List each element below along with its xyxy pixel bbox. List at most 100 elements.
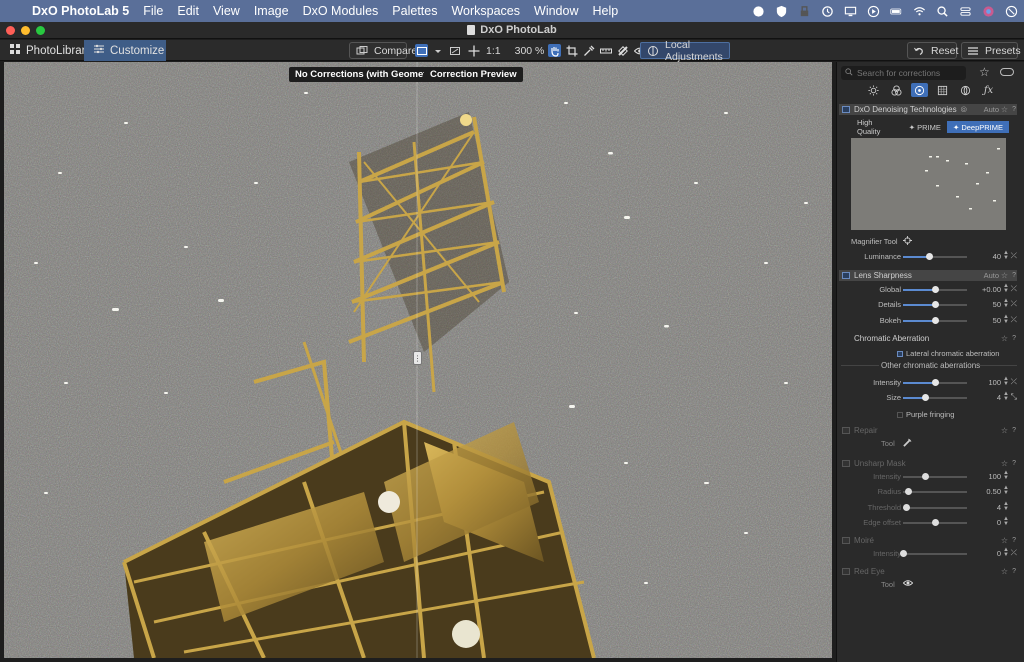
ca-intensity-stepper[interactable]: ▲ ▼ [1003,376,1009,387]
move-icon[interactable] [467,44,480,57]
tab-customize[interactable]: Customize [84,40,166,61]
menu-file[interactable]: File [136,4,170,18]
chromatic-help-icon[interactable]: ? [1012,335,1016,342]
unsharp-enable-checkbox[interactable] [842,460,850,467]
denoising-help-icon[interactable]: ? [1012,106,1016,113]
um-threshold-knob[interactable] [903,504,910,511]
details-knob[interactable] [932,301,939,308]
favorites-star-icon[interactable]: ☆ [979,66,991,78]
sharpness-enable-checkbox[interactable] [842,272,850,279]
tab-photolibrary[interactable]: PhotoLibrary [0,40,91,61]
minimize-window-button[interactable] [21,26,30,35]
crosshair-icon[interactable] [902,236,912,247]
menu-edit[interactable]: Edit [170,4,206,18]
luminance-value[interactable]: 40 [975,252,1001,261]
um-threshold-slider[interactable] [903,504,967,511]
light-tab-icon[interactable] [865,83,882,97]
sharpness-star-icon[interactable]: ☆ [1001,271,1008,280]
section-moire[interactable]: Moiré ☆ ? [839,535,1017,546]
lateral-ca-checkbox[interactable] [897,351,903,358]
palette-toggle-icon[interactable] [1000,68,1014,76]
menu-app[interactable]: DxO PhotoLab 5 [32,4,136,18]
global-knob[interactable] [932,286,939,293]
search-input[interactable] [857,68,957,78]
repair-tool-icon[interactable] [903,438,912,449]
global-value[interactable]: +0.00 [975,285,1001,294]
redeye-star-icon[interactable]: ☆ [1001,567,1008,576]
history-icon[interactable] [821,5,834,18]
ca-size-stepper[interactable]: ▲ ▼ [1003,391,1009,402]
purple-fringing-option[interactable]: Purple fringing [897,410,954,419]
details-reset-icon[interactable]: ⤫ [1011,299,1017,309]
battery-icon[interactable] [890,5,903,18]
wifi-icon[interactable] [913,5,926,18]
denoising-enable-checkbox[interactable] [842,106,850,113]
denoising-star-icon[interactable]: ☆ [1001,105,1008,114]
zoom-window-button[interactable] [36,26,45,35]
spotlight-search-icon[interactable] [936,5,949,18]
hand-icon[interactable] [548,44,561,57]
purple-fringing-checkbox[interactable] [897,412,903,419]
moire-intensity-knob[interactable] [900,550,907,557]
control-center-icon[interactable] [959,5,972,18]
zoom-one-to-one[interactable]: 1:1 [486,45,501,57]
menu-palettes[interactable]: Palettes [385,4,444,18]
eyedropper-icon[interactable] [582,44,595,57]
close-window-button[interactable] [6,26,15,35]
bokeh-slider[interactable] [903,317,967,324]
lock-icon[interactable] [798,5,811,18]
details-stepper[interactable]: ▲ ▼ [1003,298,1009,309]
chevron-down-icon[interactable] [434,44,442,57]
menu-workspaces[interactable]: Workspaces [444,4,527,18]
magnifier-tool-row[interactable]: Magnifier Tool [851,236,912,247]
bokeh-value[interactable]: 50 [975,316,1001,325]
geometry-tab-icon[interactable] [934,83,951,97]
menu-dxo-modules[interactable]: DxO Modules [296,4,386,18]
zoom-value[interactable]: 300 % [515,45,545,57]
section-denoising[interactable]: DxO Denoising Technologies ⦾ Auto ☆ ? [839,104,1017,115]
um-edge-knob[interactable] [932,519,939,526]
um-edge-value[interactable]: 0 [975,518,1001,527]
reset-button[interactable]: Reset [907,42,958,59]
um-radius-stepper[interactable]: ▲ ▼ [1003,485,1009,496]
moire-star-icon[interactable]: ☆ [1001,536,1008,545]
moire-enable-checkbox[interactable] [842,537,850,544]
mode-deepprime[interactable]: ✦ DeepPRIME [946,121,1009,133]
ca-intensity-slider[interactable] [903,379,967,386]
unsharp-help-icon[interactable]: ? [1012,460,1016,467]
notification-center-icon[interactable] [1005,5,1018,18]
ca-intensity-value[interactable]: 100 [975,378,1001,387]
ca-size-reset-icon[interactable]: ⤡ [1011,392,1017,402]
shield-icon[interactable] [775,5,788,18]
moire-intensity-slider[interactable] [900,550,967,557]
um-radius-value[interactable]: 0.50 [975,487,1001,496]
repair-brush-icon[interactable] [616,44,629,57]
denoising-auto[interactable]: Auto [984,105,999,114]
details-value[interactable]: 50 [975,300,1001,309]
um-intensity-slider[interactable] [903,473,967,480]
global-reset-icon[interactable]: ⤫ [1011,284,1017,294]
lateral-ca-option[interactable]: Lateral chromatic aberration [897,349,999,358]
sharpness-auto[interactable]: Auto [984,271,999,280]
section-lens-sharpness[interactable]: Lens Sharpness Auto ☆ ? [839,270,1017,281]
um-intensity-stepper[interactable]: ▲ ▼ [1003,470,1009,481]
moire-intensity-reset-icon[interactable]: ⤫ [1011,548,1017,558]
bokeh-stepper[interactable]: ▲ ▼ [1003,314,1009,325]
denoise-preview-thumbnail[interactable] [851,138,1006,230]
um-threshold-value[interactable]: 4 [975,503,1001,512]
section-unsharp-mask[interactable]: Unsharp Mask ☆ ? [839,458,1017,469]
repair-enable-checkbox[interactable] [842,427,850,434]
um-radius-knob[interactable] [905,488,912,495]
sharpness-help-icon[interactable]: ? [1012,272,1016,279]
fx-tab-icon[interactable]: ƒx [980,83,997,97]
menu-view[interactable]: View [206,4,247,18]
crop-icon[interactable] [565,44,578,57]
chromatic-enable-checkbox[interactable] [842,335,850,342]
luminance-knob[interactable] [926,253,933,260]
details-slider[interactable] [903,301,967,308]
detail-tab-icon[interactable] [911,83,928,97]
repair-help-icon[interactable]: ? [1012,427,1016,434]
redeye-enable-checkbox[interactable] [842,568,850,575]
mode-high-quality[interactable]: High Quality [851,118,903,136]
compare-button[interactable]: Compare [349,42,417,59]
